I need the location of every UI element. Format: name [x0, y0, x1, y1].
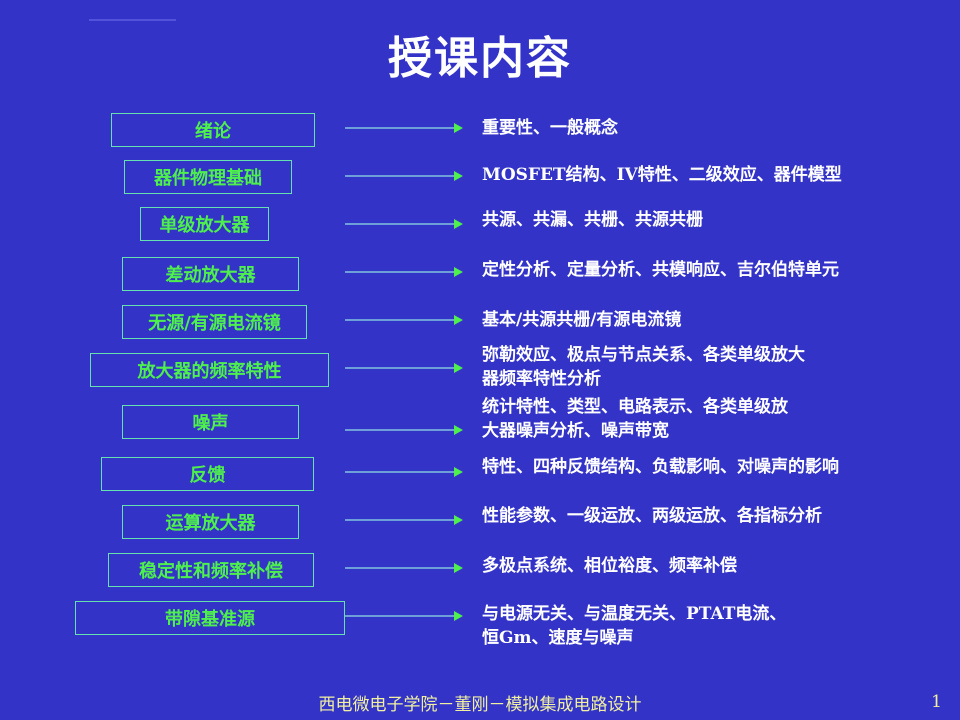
description-line: 多极点系统、相位裕度、频率补偿 [482, 556, 737, 576]
arrow-right-icon [345, 515, 463, 525]
topic-box-bandgap-reference: 带隙基准源 [75, 601, 345, 635]
topic-label: 绪论 [195, 121, 231, 142]
topic-description: MOSFET结构、IV特性、二级效应、器件模型 [482, 163, 942, 187]
arrow-right-icon [345, 563, 463, 573]
arrow-right-icon [345, 315, 463, 325]
topic-label: 噪声 [192, 413, 229, 434]
topic-label: 无源/有源电流镜 [148, 313, 281, 334]
description-line: 大器噪声分析、噪声带宽 [482, 421, 669, 441]
description-line: 定性分析、定量分析、共模响应、吉尔伯特单元 [482, 260, 839, 280]
topic-box-noise: 噪声 [122, 405, 299, 439]
topic-label: 带隙基准源 [165, 609, 255, 630]
description-line: 性能参数、一级运放、两级运放、各指标分析 [482, 506, 822, 526]
topic-label: 差动放大器 [165, 265, 256, 286]
description-line: 特性、四种反馈结构、负载影响、对噪声的影响 [482, 457, 839, 477]
topic-description: 性能参数、一级运放、两级运放、各指标分析 [482, 504, 942, 528]
description-line: 统计特性、类型、电路表示、各类单级放 [482, 397, 788, 417]
arrow-right-icon [345, 425, 463, 435]
topic-description: 定性分析、定量分析、共模响应、吉尔伯特单元 [482, 258, 942, 282]
topic-description: 共源、共漏、共栅、共源共栅 [482, 208, 942, 232]
topic-label: 稳定性和频率补偿 [139, 561, 283, 582]
topic-box-device-physics: 器件物理基础 [124, 160, 292, 194]
topic-box-introduction: 绪论 [111, 113, 315, 147]
description-line: 共源、共漏、共栅、共源共栅 [482, 210, 703, 230]
topic-box-current-mirror: 无源/有源电流镜 [122, 305, 307, 339]
arrow-right-icon [345, 467, 463, 477]
description-line: 基本/共源共栅/有源电流镜 [482, 310, 682, 330]
topic-box-single-stage-amp: 单级放大器 [140, 207, 269, 241]
topic-box-stability-compensation: 稳定性和频率补偿 [108, 553, 314, 587]
topic-label: 反馈 [189, 465, 226, 486]
topic-description: 特性、四种反馈结构、负载影响、对噪声的影响 [482, 455, 942, 479]
topic-label: 单级放大器 [159, 215, 250, 236]
topic-box-op-amp: 运算放大器 [122, 505, 299, 539]
topic-box-differential-amp: 差动放大器 [122, 257, 299, 291]
arrow-right-icon [345, 267, 463, 277]
description-line: MOSFET结构、IV特性、二级效应、器件模型 [482, 165, 842, 185]
arrow-right-icon [345, 611, 463, 621]
page-number: 1 [931, 692, 942, 712]
arrow-right-icon [345, 219, 463, 229]
decorative-line [89, 19, 176, 21]
topic-description: 多极点系统、相位裕度、频率补偿 [482, 554, 942, 578]
slide-footer: 西电微电子学院－董刚－模拟集成电路设计 [318, 695, 642, 715]
arrow-right-icon [345, 171, 463, 181]
topic-description: 与电源无关、与温度无关、PTAT电流、 恒Gm、速度与噪声 [482, 602, 942, 650]
arrow-right-icon [345, 363, 463, 373]
topic-box-frequency-response: 放大器的频率特性 [90, 353, 329, 387]
topic-box-feedback: 反馈 [101, 457, 314, 491]
topic-description: 弥勒效应、极点与节点关系、各类单级放大 器频率特性分析 [482, 343, 942, 391]
topic-label: 放大器的频率特性 [137, 361, 282, 382]
topic-description: 统计特性、类型、电路表示、各类单级放 大器噪声分析、噪声带宽 [482, 395, 942, 443]
description-line: 弥勒效应、极点与节点关系、各类单级放大 [482, 345, 805, 365]
description-line: 恒Gm、速度与噪声 [482, 628, 634, 648]
arrow-right-icon [345, 123, 463, 133]
description-line: 重要性、一般概念 [482, 118, 618, 138]
description-line: 与电源无关、与温度无关、PTAT电流、 [482, 604, 787, 624]
topic-label: 运算放大器 [165, 513, 256, 534]
topic-label: 器件物理基础 [154, 168, 262, 189]
description-line: 器频率特性分析 [482, 369, 601, 389]
topic-description: 重要性、一般概念 [482, 116, 942, 140]
topic-description: 基本/共源共栅/有源电流镜 [482, 308, 942, 332]
slide-title: 授课内容 [388, 33, 572, 84]
